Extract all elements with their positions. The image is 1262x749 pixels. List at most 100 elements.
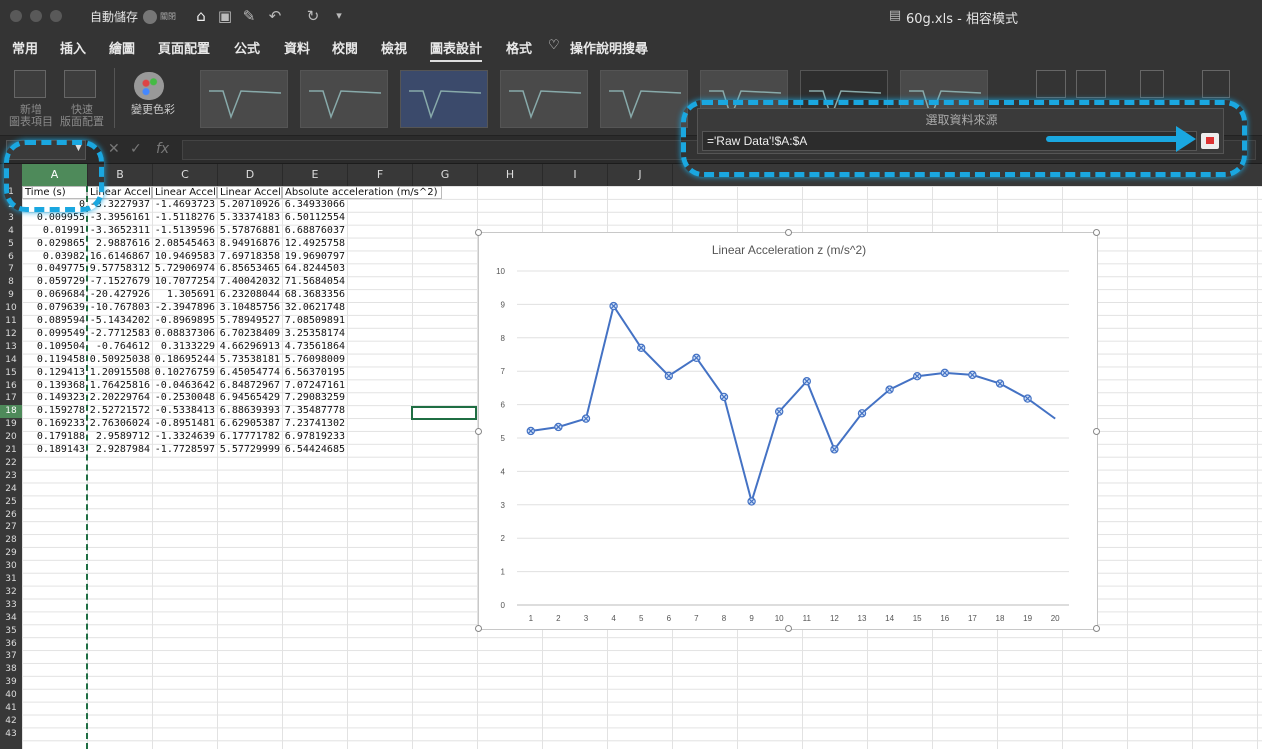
table-cell[interactable]: -5.1434202	[87, 315, 152, 328]
row-header[interactable]: 10	[0, 302, 22, 315]
row-header[interactable]: 8	[0, 276, 22, 289]
row-header[interactable]: 36	[0, 638, 22, 651]
row-header[interactable]: 5	[0, 238, 22, 251]
selected-cell[interactable]	[411, 406, 477, 420]
table-cell[interactable]: 6.34933066	[282, 199, 347, 212]
table-cell[interactable]: 1.20915508	[87, 367, 152, 380]
column-header-i[interactable]: I	[543, 164, 608, 186]
tab-review[interactable]: 校閱	[332, 38, 358, 57]
data-point-marker[interactable]	[968, 370, 977, 380]
row-header[interactable]: 23	[0, 470, 22, 483]
table-cell[interactable]: -2.3947896	[152, 302, 217, 315]
chart-resize-handle[interactable]	[785, 625, 792, 632]
data-point-marker[interactable]	[775, 407, 784, 416]
change-colors-button[interactable]: 變更色彩	[126, 104, 180, 116]
table-cell[interactable]: 5.33374183	[217, 212, 282, 225]
cancel-icon[interactable]: ✕	[108, 141, 120, 157]
table-cell[interactable]: -0.2530048	[152, 392, 217, 405]
table-cell[interactable]: -0.0463642	[152, 380, 217, 393]
autosave-toggle[interactable]	[143, 10, 157, 24]
fx-icon[interactable]: fx	[156, 141, 169, 157]
row-header[interactable]: 35	[0, 625, 22, 638]
table-cell[interactable]: 5.57729999	[217, 444, 282, 457]
row-header[interactable]: 3	[0, 212, 22, 225]
table-cell[interactable]: 7.23741302	[282, 418, 347, 431]
table-cell[interactable]: 5.78949527	[217, 315, 282, 328]
table-cell[interactable]: 2.76306024	[87, 418, 152, 431]
row-header[interactable]: 27	[0, 521, 22, 534]
tab-formulas[interactable]: 公式	[234, 38, 260, 57]
table-cell[interactable]: -1.5118276	[152, 212, 217, 225]
row-header[interactable]: 28	[0, 534, 22, 547]
row-header[interactable]: 9	[0, 289, 22, 302]
data-point-marker[interactable]	[830, 445, 839, 454]
row-header[interactable]: 32	[0, 586, 22, 599]
table-cell[interactable]: 7.40042032	[217, 276, 282, 289]
more-icon[interactable]: ▾	[330, 7, 348, 25]
table-cell[interactable]: 68.3683356	[282, 289, 347, 302]
data-point-marker[interactable]	[995, 379, 1005, 388]
table-cell[interactable]: 0.3133229	[152, 341, 217, 354]
close-window-button[interactable]	[10, 10, 22, 22]
table-cell[interactable]: 0.119458	[22, 354, 87, 367]
table-cell[interactable]: 6.85653465	[217, 263, 282, 276]
chart-resize-handle[interactable]	[1093, 229, 1100, 236]
table-cell[interactable]: 0.109504	[22, 341, 87, 354]
table-cell[interactable]: 5.20710926	[217, 199, 282, 212]
table-cell[interactable]: 3.25358174	[282, 328, 347, 341]
row-header[interactable]: 16	[0, 380, 22, 393]
table-cell[interactable]: 6.54424685	[282, 444, 347, 457]
table-cell[interactable]: 2.52721572	[87, 405, 152, 418]
row-header[interactable]: 24	[0, 483, 22, 496]
table-cell[interactable]: 8.94916876	[217, 238, 282, 251]
data-point-marker[interactable]	[664, 371, 673, 381]
zoom-window-button[interactable]	[50, 10, 62, 22]
home-icon[interactable]: ⌂	[192, 7, 210, 25]
table-cell[interactable]: 6.88639393	[217, 405, 282, 418]
row-header[interactable]: 14	[0, 354, 22, 367]
chart-style-thumb[interactable]	[500, 70, 588, 128]
chart-style-thumb[interactable]	[300, 70, 388, 128]
row-header[interactable]: 18	[0, 405, 22, 419]
row-header[interactable]: 38	[0, 663, 22, 676]
tab-format[interactable]: 格式	[506, 38, 532, 57]
table-cell[interactable]: 6.45054774	[217, 367, 282, 380]
chart-resize-handle[interactable]	[475, 428, 482, 435]
table-cell[interactable]: 64.8244503	[282, 263, 347, 276]
change-chart-type-icon[interactable]	[1140, 70, 1164, 98]
quick-layout-button[interactable]: 快速 版面配置	[56, 104, 108, 128]
row-header[interactable]: 34	[0, 612, 22, 625]
quick-layout-icon[interactable]	[64, 70, 96, 98]
table-cell[interactable]: -1.4693723	[152, 199, 217, 212]
table-cell[interactable]: 0.099549	[22, 328, 87, 341]
table-cell[interactable]: -1.5139596	[152, 225, 217, 238]
switch-row-column-icon[interactable]	[1036, 70, 1066, 98]
table-cell[interactable]: 6.68876037	[282, 225, 347, 238]
row-header[interactable]: 41	[0, 702, 22, 715]
table-cell[interactable]: 0.079639	[22, 302, 87, 315]
chart-style-thumb[interactable]	[600, 70, 688, 128]
tab-tell-me[interactable]: 操作說明搜尋	[570, 38, 648, 57]
undo-icon[interactable]: ↶	[266, 7, 284, 25]
edit-icon[interactable]: ✎	[240, 7, 258, 25]
tab-data[interactable]: 資料	[284, 38, 310, 57]
row-header[interactable]: 29	[0, 547, 22, 560]
row-header[interactable]: 22	[0, 457, 22, 470]
table-cell[interactable]: -0.8951481	[152, 418, 217, 431]
row-header[interactable]: 26	[0, 509, 22, 522]
table-cell[interactable]: 0.01991	[22, 225, 87, 238]
table-cell[interactable]: 4.66296913	[217, 341, 282, 354]
data-point-marker[interactable]	[636, 343, 646, 353]
row-header[interactable]: 20	[0, 431, 22, 444]
table-cell[interactable]: 0.03982	[22, 251, 87, 264]
data-point-marker[interactable]	[1023, 394, 1032, 403]
chart-resize-handle[interactable]	[1093, 625, 1100, 632]
data-point-marker[interactable]	[692, 353, 701, 363]
table-cell[interactable]: 5.72906974	[152, 263, 217, 276]
table-cell[interactable]: 1.76425816	[87, 380, 152, 393]
table-cell[interactable]: -3.3956161	[87, 212, 152, 225]
row-header[interactable]: 4	[0, 225, 22, 238]
redo-icon[interactable]: ↻	[304, 7, 322, 25]
row-header[interactable]: 17	[0, 392, 22, 405]
chart-style-thumb[interactable]	[400, 70, 488, 128]
